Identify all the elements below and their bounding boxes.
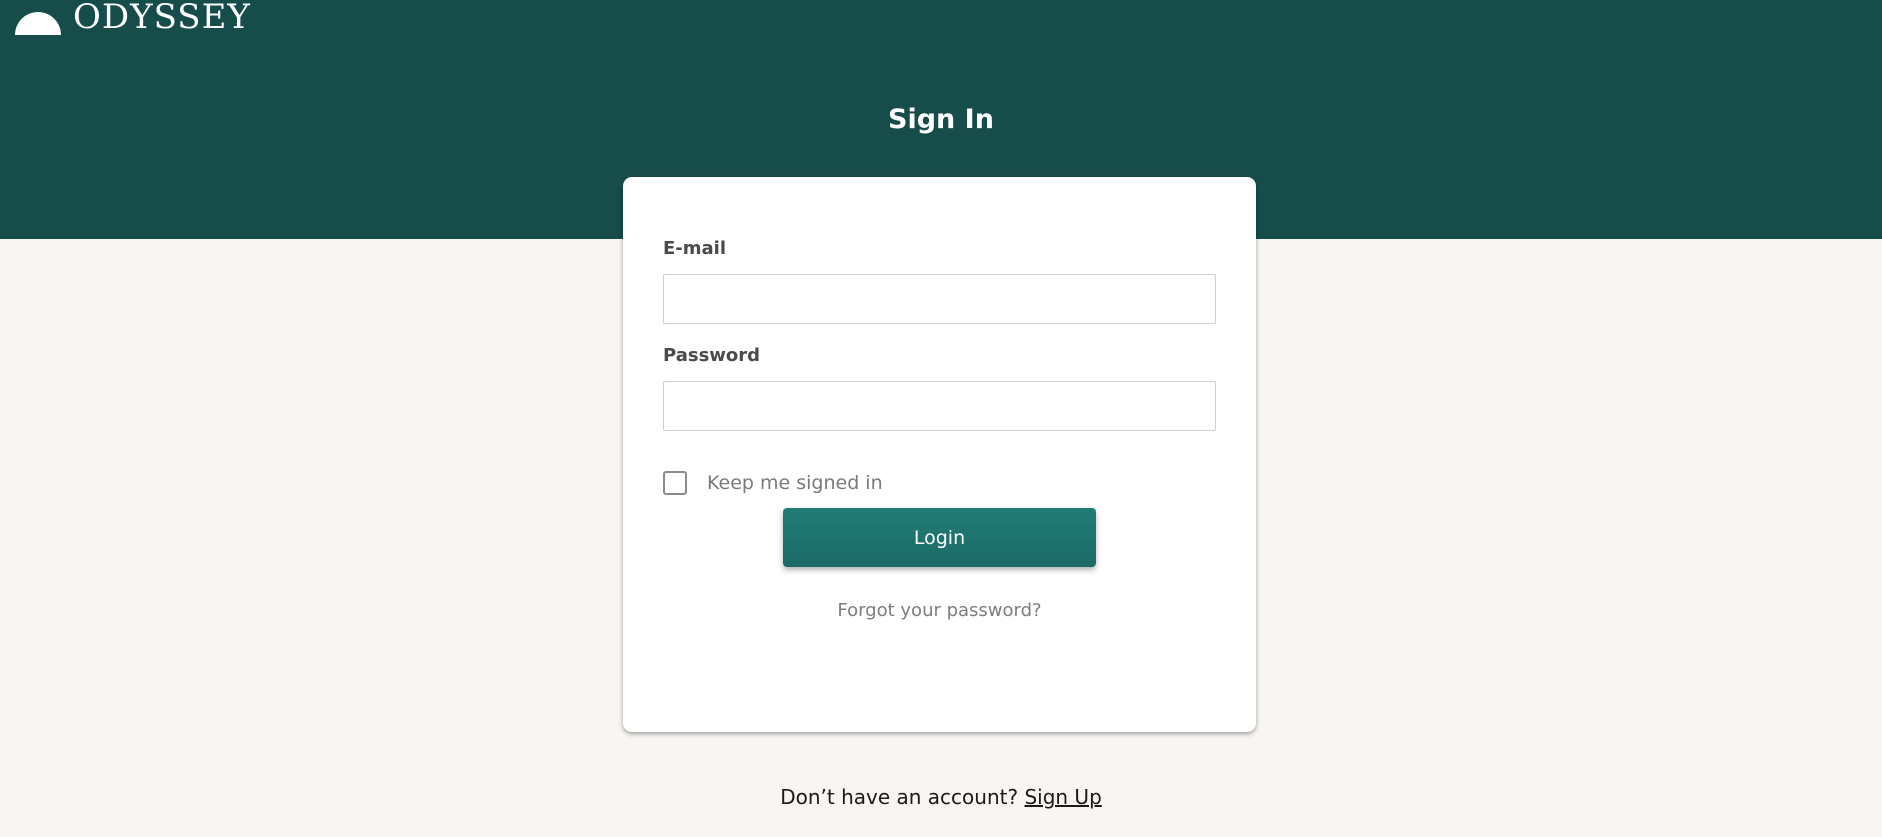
- keep-signed-in-label: Keep me signed in: [707, 472, 883, 494]
- forgot-password-link[interactable]: Forgot your password?: [623, 600, 1256, 621]
- keep-signed-in-checkbox[interactable]: [663, 471, 687, 495]
- half-sun-icon: [15, 11, 61, 35]
- sign-up-link[interactable]: Sign Up: [1024, 785, 1101, 809]
- email-label: E-mail: [663, 238, 727, 259]
- keep-signed-in-option[interactable]: Keep me signed in: [663, 471, 883, 495]
- login-button[interactable]: Login: [783, 508, 1096, 567]
- sign-in-card: E-mail Password Keep me signed in Login …: [623, 177, 1256, 732]
- email-field[interactable]: [663, 274, 1216, 324]
- signup-prompt-line: Don’t have an account? Sign Up: [0, 785, 1882, 809]
- sign-in-page: ODYSSEY Sign In E-mail Password Keep me …: [0, 0, 1882, 837]
- brand-name: ODYSSEY: [73, 0, 251, 37]
- password-label: Password: [663, 345, 761, 366]
- brand-logo[interactable]: ODYSSEY: [15, 0, 251, 36]
- page-title: Sign In: [888, 104, 994, 135]
- signup-prompt-text: Don’t have an account?: [780, 785, 1019, 809]
- password-field[interactable]: [663, 381, 1216, 431]
